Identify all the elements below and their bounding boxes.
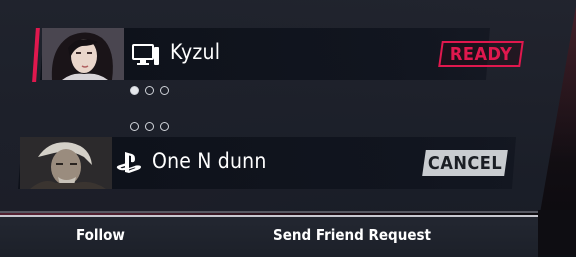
round-indicator	[145, 86, 154, 95]
player-2-portrait	[20, 137, 112, 189]
player-2-name: One N dunn	[152, 149, 267, 173]
playstation-icon	[116, 151, 142, 179]
round-indicator	[145, 122, 154, 131]
player-1-portrait	[42, 28, 124, 80]
pc-icon	[132, 43, 160, 71]
round-indicator	[160, 86, 169, 95]
round-indicator	[130, 86, 139, 95]
follow-button[interactable]: Follow	[76, 226, 125, 244]
background-strip	[538, 210, 576, 255]
player-1-round-indicators	[130, 86, 169, 95]
round-indicator	[130, 122, 139, 131]
ready-button[interactable]: READY	[438, 41, 524, 67]
player-1-name: Kyzul	[170, 40, 221, 64]
panel-divider	[0, 211, 540, 213]
round-indicator	[160, 122, 169, 131]
cancel-button[interactable]: CANCEL	[422, 150, 508, 176]
send-friend-request-button[interactable]: Send Friend Request	[273, 226, 431, 244]
player-2-round-indicators	[130, 122, 169, 131]
